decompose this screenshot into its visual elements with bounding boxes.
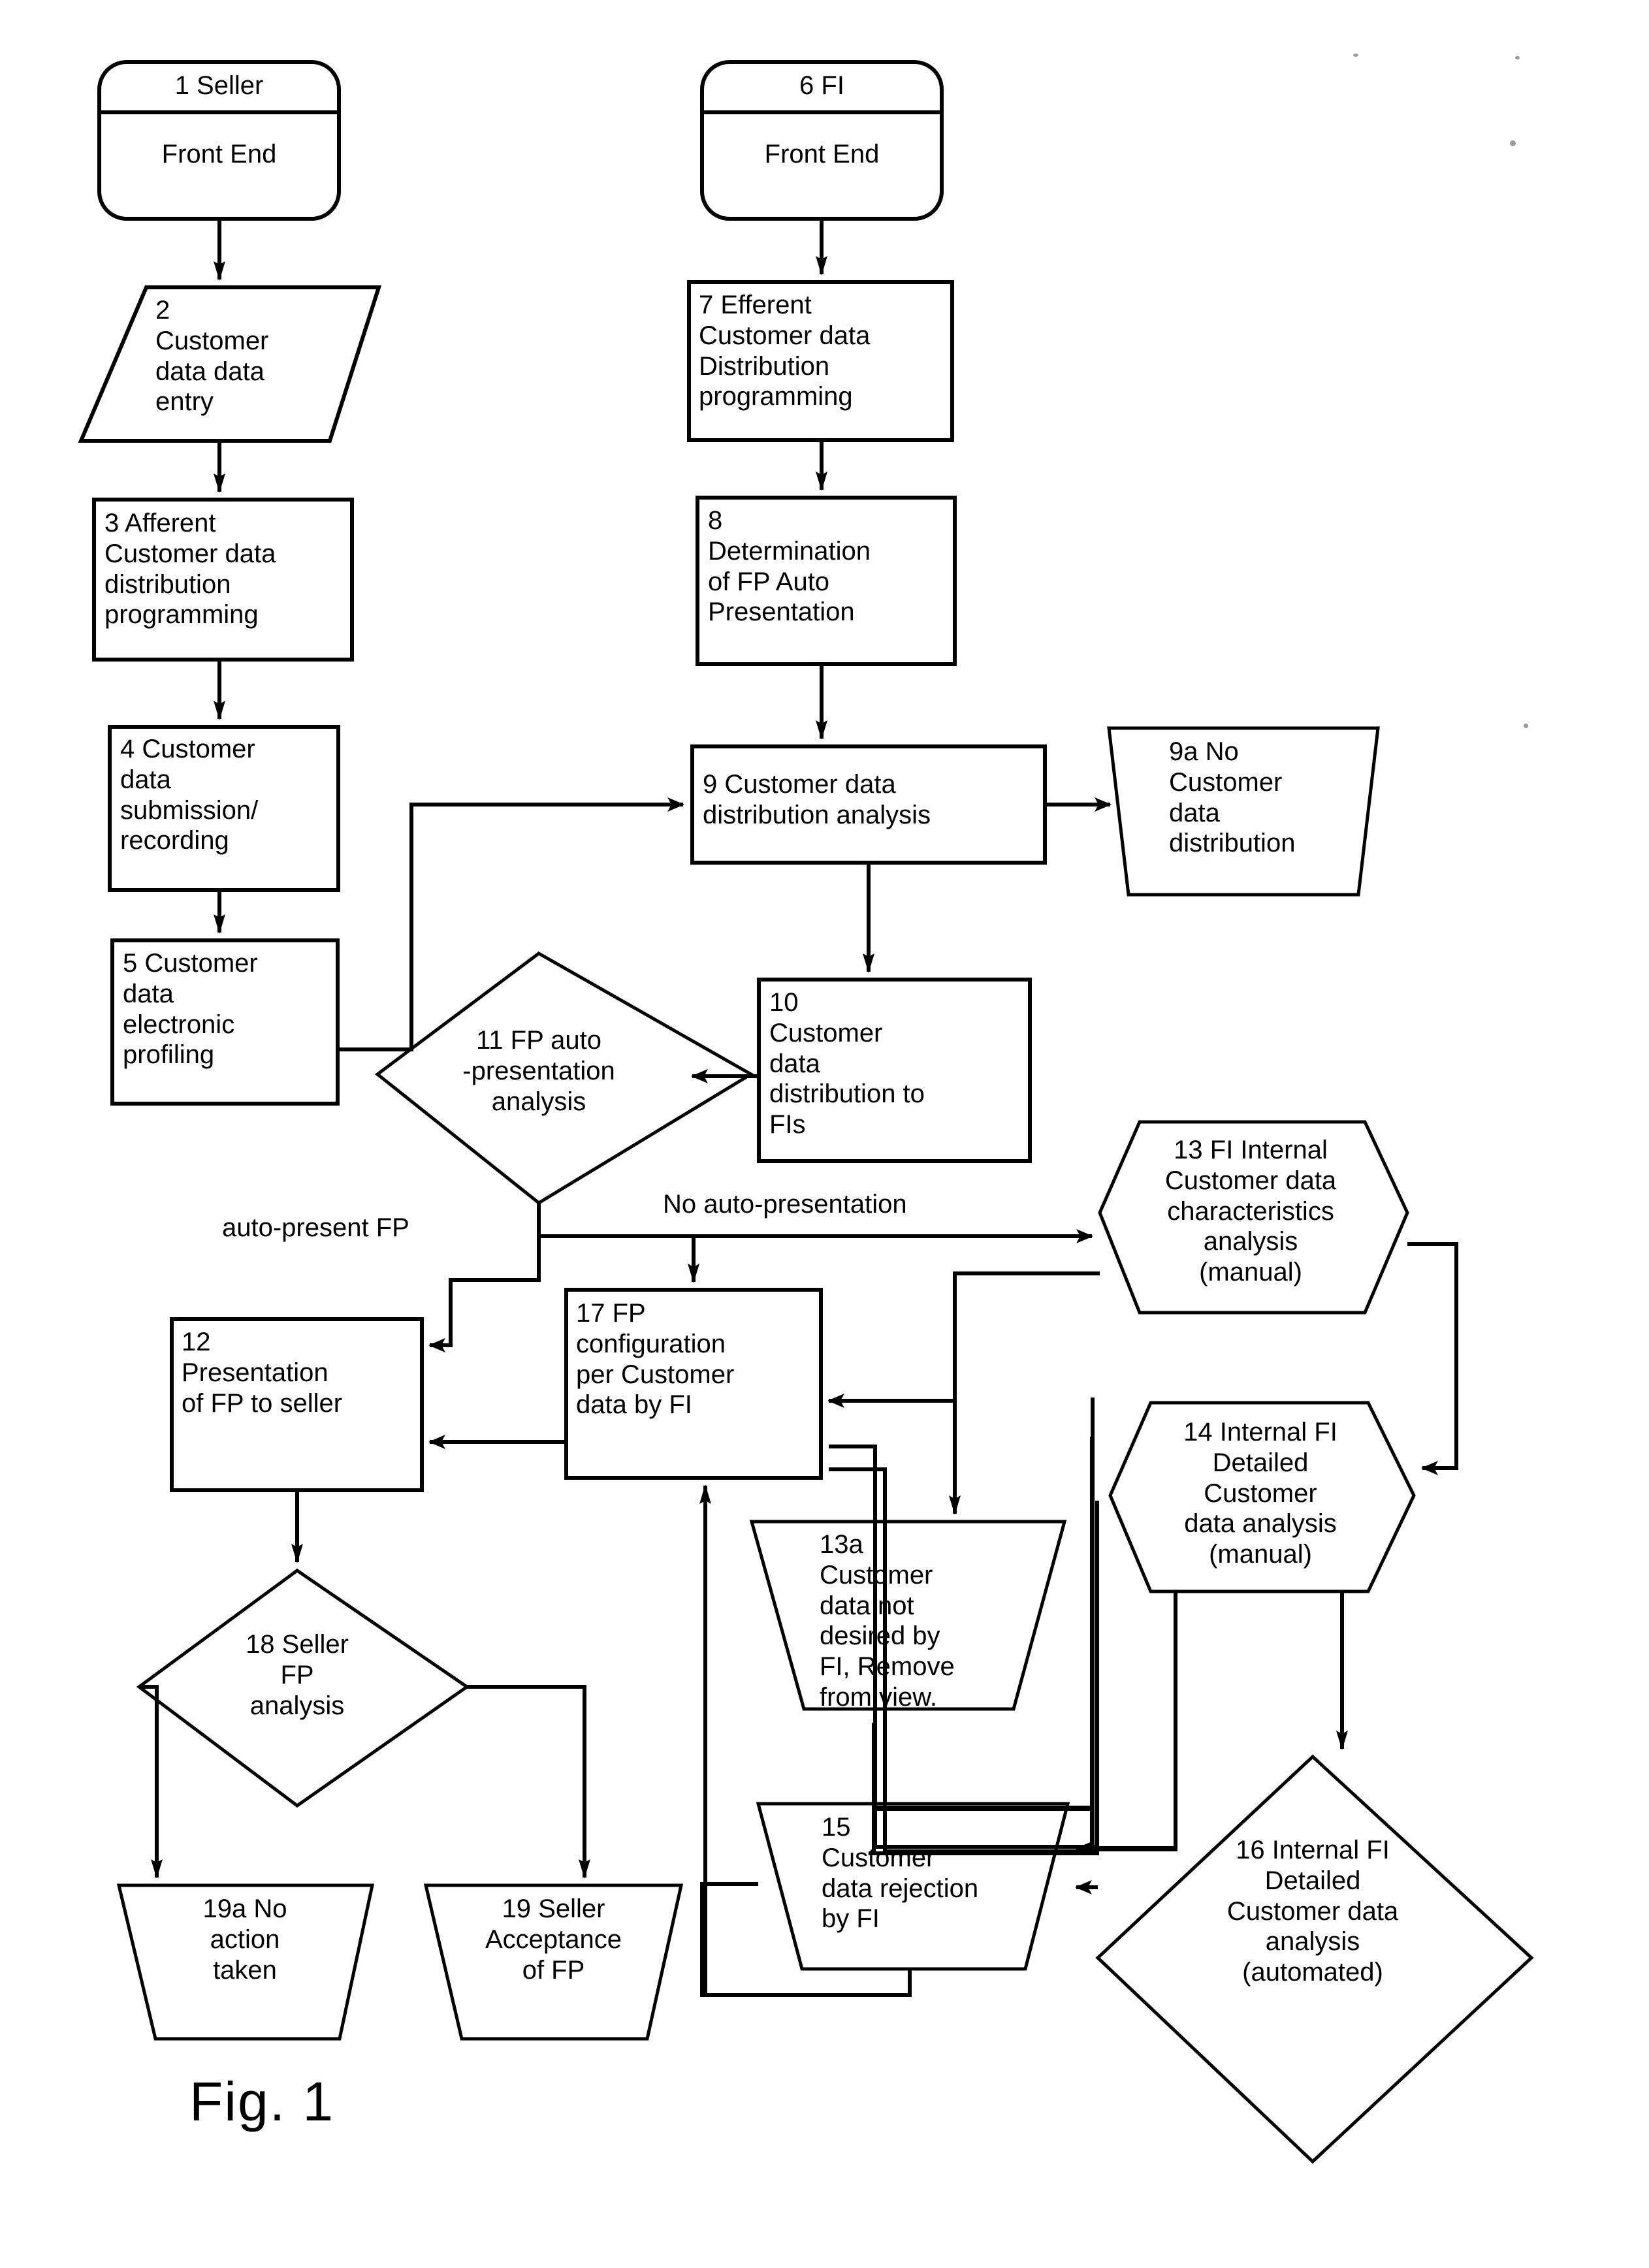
node-13a-customer-data-not-desired — [749, 1520, 1067, 1711]
node-1-seller-front-end — [97, 60, 341, 221]
node-6-fi-front-end — [700, 60, 944, 221]
node-17-fp-configuration-per-customer-data — [564, 1288, 823, 1480]
node-8-determination-fp-auto-presentation — [696, 496, 957, 666]
node-18-seller-fp-analysis — [136, 1568, 470, 1808]
node-5-customer-data-profiling — [110, 938, 340, 1106]
node-3-afferent-distribution-programming — [92, 498, 354, 662]
edge-label-auto-present-fp: auto-present FP — [222, 1213, 409, 1242]
edge-13-to-17 — [827, 1271, 1100, 1408]
node-16-internal-fi-detailed-analysis-automated — [1095, 1754, 1534, 2164]
node-12-presentation-of-fp-to-seller — [170, 1317, 424, 1492]
figure-page: 1 Seller Front End 6 FI Front End 2 Cust… — [0, 0, 1649, 2268]
edge-label-no-auto-presentation: No auto-presentation — [663, 1190, 907, 1219]
edge-15-to-17 — [700, 1882, 758, 1997]
node-19a-no-action-taken — [116, 1883, 375, 2041]
edge-18-to-19 — [467, 1685, 590, 1879]
node-2-customer-data-entry — [78, 285, 382, 443]
edge-18-to-19a — [139, 1685, 163, 1879]
edge-11-to-12-auto-present — [428, 1203, 541, 1352]
figure-caption: Fig. 1 — [189, 2071, 335, 2132]
node-9a-no-customer-data-distribution — [1107, 726, 1380, 897]
scan-speck — [1524, 724, 1528, 728]
node-15-customer-data-rejection-by-fi — [756, 1802, 1070, 1971]
node-14-internal-fi-detailed-analysis-manual — [1108, 1401, 1416, 1593]
scan-speck — [1353, 54, 1358, 57]
flowchart-canvas — [78, 60, 1534, 2164]
scan-speck — [1510, 140, 1516, 146]
edge-13-to-14 — [1407, 1242, 1458, 1475]
scan-speck — [1515, 56, 1520, 59]
node-19-seller-acceptance-of-fp — [423, 1883, 684, 2041]
node-10-customer-data-distribution-to-fis — [757, 978, 1032, 1163]
node-9-customer-data-distribution-analysis — [690, 744, 1047, 865]
node-7-efferent-distribution-programming — [687, 280, 954, 442]
node-4-customer-data-submission — [108, 725, 340, 892]
node-13-fi-internal-characteristics-analysis — [1098, 1120, 1409, 1315]
edge-inner-loop-13a — [1076, 1469, 1098, 1850]
